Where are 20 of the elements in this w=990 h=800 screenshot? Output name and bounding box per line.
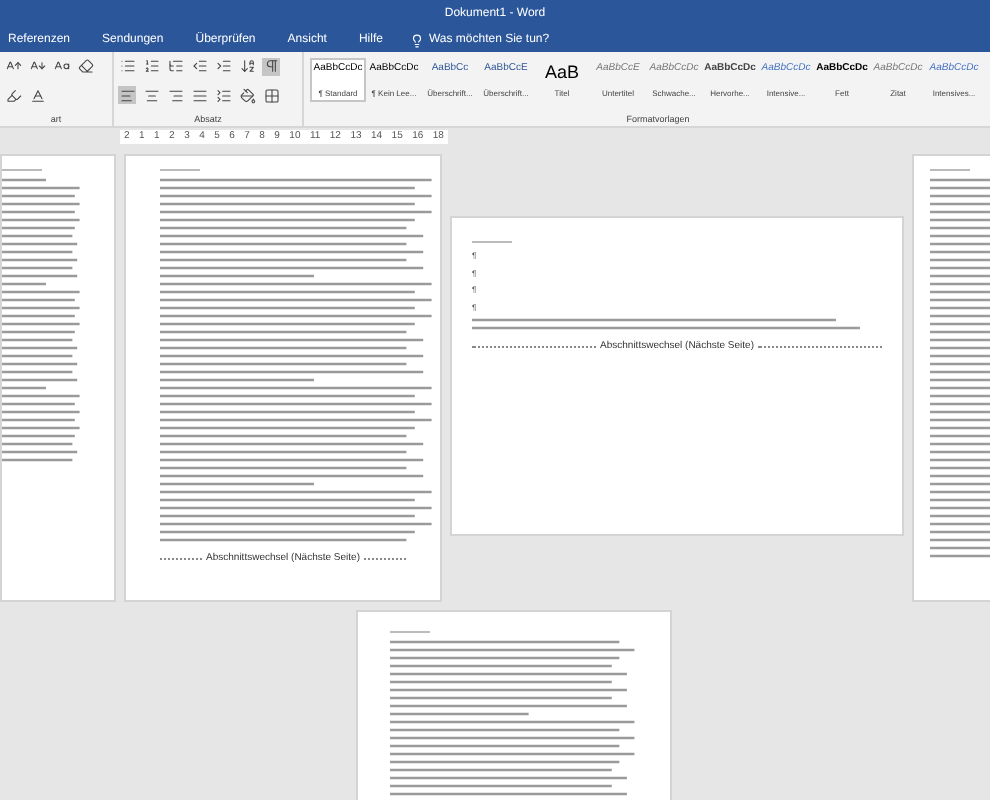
align-center-icon[interactable] xyxy=(142,86,160,104)
sort-icon[interactable] xyxy=(238,57,256,75)
font-color-icon[interactable] xyxy=(28,86,46,104)
increase-indent-icon[interactable] xyxy=(214,57,232,75)
highlighter-icon[interactable] xyxy=(4,86,22,104)
lightbulb-icon xyxy=(410,33,425,47)
numbered-list-icon[interactable] xyxy=(142,57,160,75)
line-spacing-icon[interactable] xyxy=(214,86,232,104)
shading-icon[interactable] xyxy=(238,86,256,104)
borders-icon[interactable] xyxy=(262,86,280,104)
align-right-icon[interactable] xyxy=(166,86,184,104)
eraser-icon[interactable] xyxy=(76,57,94,75)
justify-icon[interactable] xyxy=(190,86,208,104)
multilevel-list-icon[interactable] xyxy=(166,57,184,75)
change-case-icon[interactable] xyxy=(52,57,70,75)
decrease-indent-icon[interactable] xyxy=(190,57,208,75)
align-left-icon[interactable] xyxy=(118,86,136,104)
grow-font-icon[interactable] xyxy=(4,57,22,75)
shrink-font-icon[interactable] xyxy=(28,57,46,75)
pilcrow-icon[interactable] xyxy=(262,57,280,75)
